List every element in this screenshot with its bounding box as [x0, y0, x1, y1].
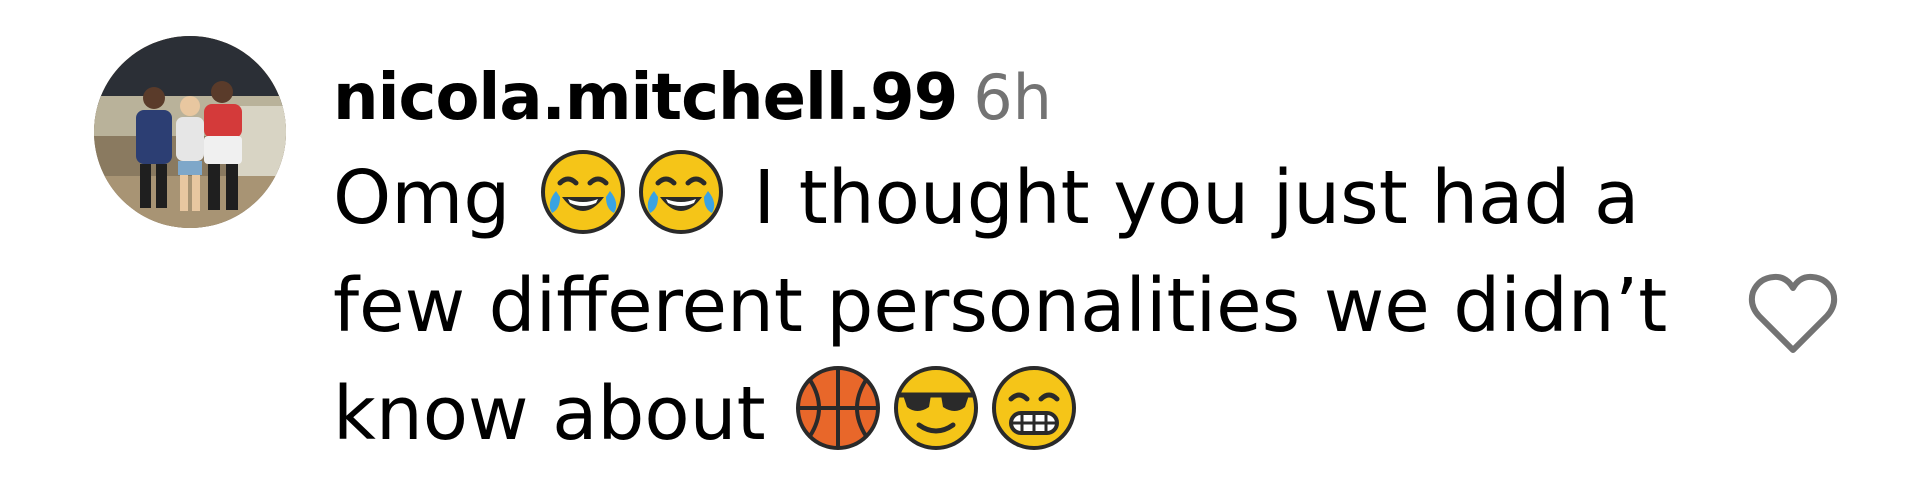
heart-outline-icon — [1748, 273, 1838, 353]
username-link[interactable]: nicola.mitchell.99 — [333, 61, 958, 135]
comment: nicola.mitchell.99 6h Omg I thought you … — [333, 52, 1713, 468]
comment-text-segment: few different personalities we didn’t — [333, 263, 1668, 349]
like-button[interactable] — [1747, 272, 1839, 356]
comment-text-line-2: few different personalities we didn’t — [333, 252, 1713, 360]
comment-header: nicola.mitchell.99 6h — [333, 52, 1713, 144]
sunglasses-emoji-icon — [891, 363, 981, 453]
avatar[interactable] — [94, 36, 286, 228]
comment-text-line-3: know about — [333, 360, 1713, 468]
tears-of-joy-emoji-icon — [538, 147, 628, 237]
avatar-photo — [94, 36, 286, 228]
comment-text-segment: I thought you just had a — [753, 155, 1640, 241]
basketball-emoji-icon — [793, 363, 883, 453]
grinning-face-emoji-icon — [989, 363, 1079, 453]
comment-text-segment: know about — [333, 371, 766, 457]
comment-text-segment: Omg — [333, 155, 511, 241]
comment-text-line-1: Omg I thought you just had a — [333, 144, 1713, 252]
tears-of-joy-emoji-icon — [636, 147, 726, 237]
comment-timestamp[interactable]: 6h — [973, 61, 1052, 134]
